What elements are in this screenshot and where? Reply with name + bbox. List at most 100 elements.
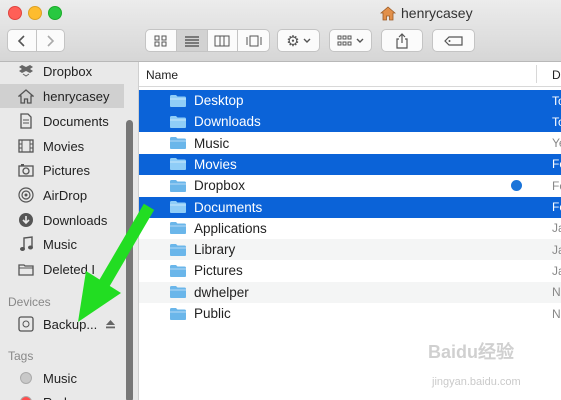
column-header: Name D bbox=[139, 62, 561, 87]
file-row-public[interactable]: Public N bbox=[139, 303, 561, 324]
movies-icon bbox=[16, 136, 36, 156]
date-column-header[interactable]: D bbox=[552, 68, 561, 82]
sidebar-item-label: Music bbox=[43, 370, 77, 386]
zoom-window-button[interactable] bbox=[48, 6, 62, 20]
file-date: Ye bbox=[552, 136, 561, 151]
chevron-down-icon bbox=[303, 38, 311, 43]
arrange-menu-button[interactable] bbox=[329, 29, 372, 52]
file-name: Public bbox=[194, 306, 231, 321]
sidebar: Dropbox henrycasey Documents Movies Pictures… bbox=[0, 62, 139, 400]
file-row-documents[interactable]: Documents Fe bbox=[139, 196, 561, 218]
folder-icon bbox=[169, 307, 187, 321]
devices-heading: Devices bbox=[8, 295, 51, 309]
chevron-down-icon bbox=[356, 38, 364, 43]
file-row-movies[interactable]: Movies Fe bbox=[139, 153, 561, 175]
watermark-logo: Baidu经验 bbox=[428, 342, 515, 362]
file-row-desktop[interactable]: Desktop To bbox=[139, 90, 561, 111]
folder-icon bbox=[169, 264, 187, 278]
home-icon bbox=[380, 5, 396, 20]
name-column-header[interactable]: Name bbox=[146, 68, 178, 82]
gallery-view-button[interactable] bbox=[238, 30, 269, 51]
file-row-dropbox[interactable]: Dropbox Fe bbox=[139, 175, 561, 196]
file-date: Fe bbox=[552, 157, 561, 172]
file-name: Dropbox bbox=[194, 178, 246, 194]
airdrop-icon bbox=[16, 185, 36, 205]
file-row-dwhelper[interactable]: dwhelper N bbox=[139, 281, 561, 303]
sidebar-item-label: Red bbox=[43, 395, 67, 400]
folder-icon bbox=[16, 259, 36, 279]
sidebar-item-label: Downloads bbox=[43, 212, 108, 228]
sidebar-item-henrycasey[interactable]: henrycasey bbox=[0, 84, 124, 108]
sidebar-item-airdrop[interactable]: AirDrop bbox=[0, 183, 124, 207]
tag-button[interactable] bbox=[432, 29, 475, 52]
file-date: N bbox=[552, 285, 561, 300]
documents-icon bbox=[16, 111, 36, 131]
file-name: dwhelper bbox=[194, 284, 249, 300]
file-row-library[interactable]: Library Ja bbox=[139, 239, 561, 261]
back-button[interactable] bbox=[8, 30, 37, 51]
folder-icon bbox=[169, 136, 187, 150]
file-name: Music bbox=[194, 135, 230, 151]
sidebar-scrollbar[interactable] bbox=[126, 120, 133, 400]
sidebar-item-label: Movies bbox=[43, 138, 85, 154]
file-row-pictures[interactable]: Pictures Ja bbox=[139, 260, 561, 281]
file-row-applications[interactable]: Applications Ja bbox=[139, 218, 561, 239]
window-toolbar: henrycasey ⚙ bbox=[0, 0, 561, 62]
file-row-music[interactable]: Music Ye bbox=[139, 133, 561, 154]
list-view-button[interactable] bbox=[176, 30, 208, 51]
tag-color-dot-icon bbox=[16, 368, 36, 388]
column-divider[interactable] bbox=[536, 65, 537, 83]
forward-button[interactable] bbox=[37, 30, 65, 51]
file-name: Movies bbox=[194, 156, 237, 172]
file-date: To bbox=[552, 114, 561, 129]
tag-icon bbox=[443, 35, 463, 46]
minimize-window-button[interactable] bbox=[28, 6, 42, 20]
folder-icon bbox=[169, 179, 187, 193]
chevron-left-icon bbox=[17, 34, 25, 47]
gear-icon: ⚙ bbox=[286, 32, 300, 50]
music-icon bbox=[16, 234, 36, 254]
home-icon bbox=[16, 86, 36, 106]
sidebar-item-music[interactable]: Music bbox=[0, 232, 124, 256]
sidebar-item-downloads[interactable]: Downloads bbox=[0, 208, 124, 232]
sidebar-item-label: Deleted I bbox=[43, 261, 96, 277]
sidebar-item-dropbox[interactable]: Dropbox bbox=[0, 62, 124, 83]
folder-icon bbox=[169, 115, 187, 129]
file-date: Fe bbox=[552, 200, 561, 214]
sidebar-item-label: henrycasey bbox=[43, 88, 110, 104]
file-row-downloads[interactable]: Downloads To bbox=[139, 111, 561, 133]
share-button[interactable] bbox=[381, 29, 423, 52]
sidebar-item-pictures[interactable]: Pictures bbox=[0, 158, 124, 182]
file-name: Applications bbox=[194, 220, 267, 236]
sync-status-icon bbox=[511, 180, 522, 192]
sidebar-item-deleted-i[interactable]: Deleted I bbox=[0, 257, 124, 281]
close-window-button[interactable] bbox=[8, 6, 22, 20]
file-name: Desktop bbox=[194, 93, 244, 108]
file-name: Pictures bbox=[194, 263, 243, 279]
columns-icon bbox=[214, 35, 230, 46]
chevron-right-icon bbox=[47, 34, 55, 47]
disk-icon bbox=[16, 314, 36, 334]
watermark-url: jingyan.baidu.com bbox=[432, 376, 521, 388]
sidebar-tag-red[interactable]: Red bbox=[0, 390, 124, 400]
file-date: Ja bbox=[552, 263, 561, 278]
sidebar-item-documents[interactable]: Documents bbox=[0, 109, 124, 133]
window-title: henrycasey bbox=[380, 4, 473, 22]
nav-buttons bbox=[7, 29, 65, 52]
share-icon bbox=[396, 32, 408, 49]
sidebar-tag-music[interactable]: Music bbox=[0, 366, 124, 390]
sidebar-item-label: Music bbox=[43, 236, 77, 252]
sidebar-item-movies[interactable]: Movies bbox=[0, 134, 124, 158]
column-view-button[interactable] bbox=[208, 30, 239, 51]
file-date: N bbox=[552, 306, 561, 321]
sidebar-item-label: Dropbox bbox=[43, 63, 93, 79]
file-name: Library bbox=[194, 242, 236, 258]
icon-view-button[interactable] bbox=[146, 30, 177, 51]
action-menu-button[interactable]: ⚙ bbox=[277, 29, 320, 52]
tags-heading: Tags bbox=[8, 349, 34, 363]
sidebar-device-backup[interactable]: Backup... bbox=[0, 312, 124, 336]
eject-icon[interactable] bbox=[105, 319, 116, 329]
list-icon bbox=[184, 35, 199, 47]
file-date: To bbox=[552, 93, 561, 108]
folder-icon bbox=[169, 243, 187, 257]
